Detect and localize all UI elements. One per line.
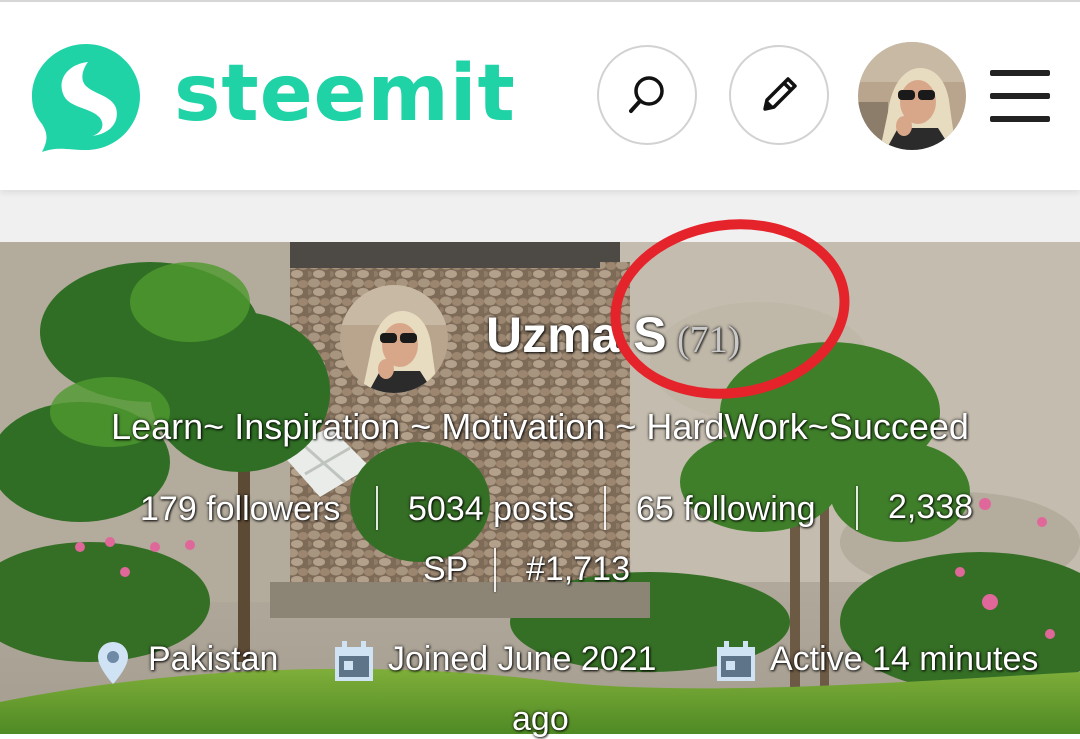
stat-separator <box>604 486 606 530</box>
steem-power-value: 2,338 <box>888 488 974 526</box>
header-spacer <box>0 190 1080 242</box>
followers-link[interactable]: 179 followers <box>140 490 340 529</box>
last-active: Active 14 minutes <box>770 640 1039 678</box>
pencil-icon <box>763 77 797 111</box>
profile-about: Learn~ Inspiration ~ Motivation ~ HardWo… <box>111 406 969 447</box>
location-pin-icon <box>98 642 128 684</box>
profile-location: Pakistan <box>148 640 279 678</box>
calendar-icon <box>335 641 373 681</box>
user-avatar[interactable] <box>858 42 966 150</box>
steemit-logo-icon[interactable] <box>28 38 144 154</box>
stat-separator <box>494 548 496 592</box>
top-navigation-bar: steemit <box>0 0 1080 190</box>
search-button[interactable] <box>597 45 697 145</box>
search-icon <box>629 76 664 113</box>
following-link[interactable]: 65 following <box>636 490 816 529</box>
brand-name[interactable]: steemit <box>174 44 516 144</box>
calendar-icon <box>717 641 755 681</box>
steem-power-unit: SP <box>423 550 469 588</box>
joined-date: Joined June 2021 <box>388 640 657 678</box>
last-active-suffix: ago <box>512 700 569 738</box>
rank-value: #1,713 <box>526 550 630 588</box>
new-post-button[interactable] <box>729 45 829 145</box>
posts-count: 5034 posts <box>408 490 575 528</box>
stat-separator <box>376 486 378 530</box>
hamburger-menu-icon[interactable] <box>990 70 1050 122</box>
stat-separator <box>856 486 858 530</box>
profile-avatar[interactable] <box>340 285 448 393</box>
